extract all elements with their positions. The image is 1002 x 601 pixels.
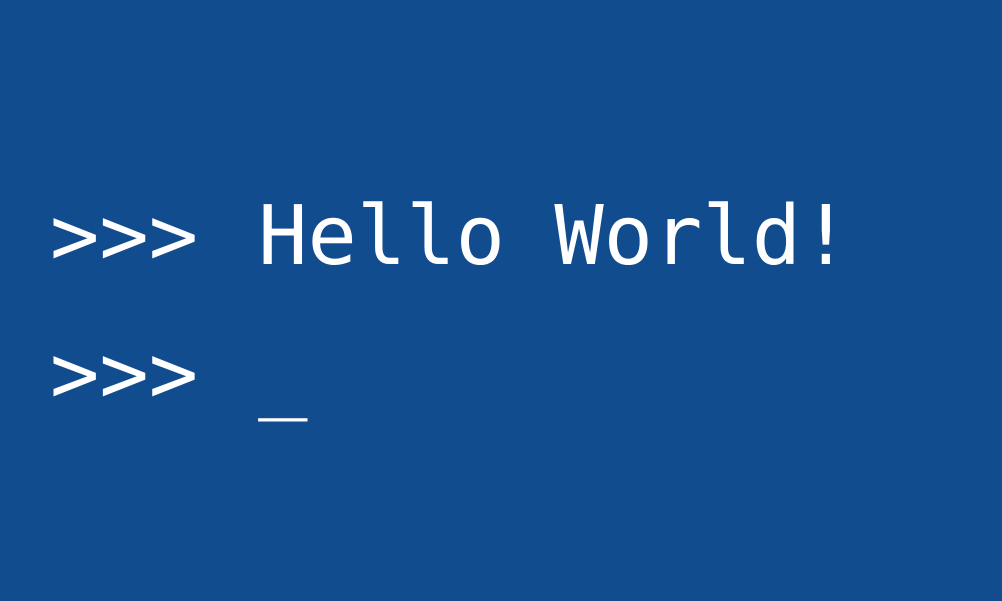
console-line-input[interactable]: >>> _ [50,334,307,416]
text-cursor: _ [258,327,308,422]
prompt-symbol: >>> [50,327,199,422]
output-text: Hello World! [258,189,851,284]
console-line-output: >>> Hello World! [50,196,851,278]
prompt-symbol: >>> [50,189,199,284]
python-console[interactable]: >>> Hello World! >>> _ [0,0,1002,601]
